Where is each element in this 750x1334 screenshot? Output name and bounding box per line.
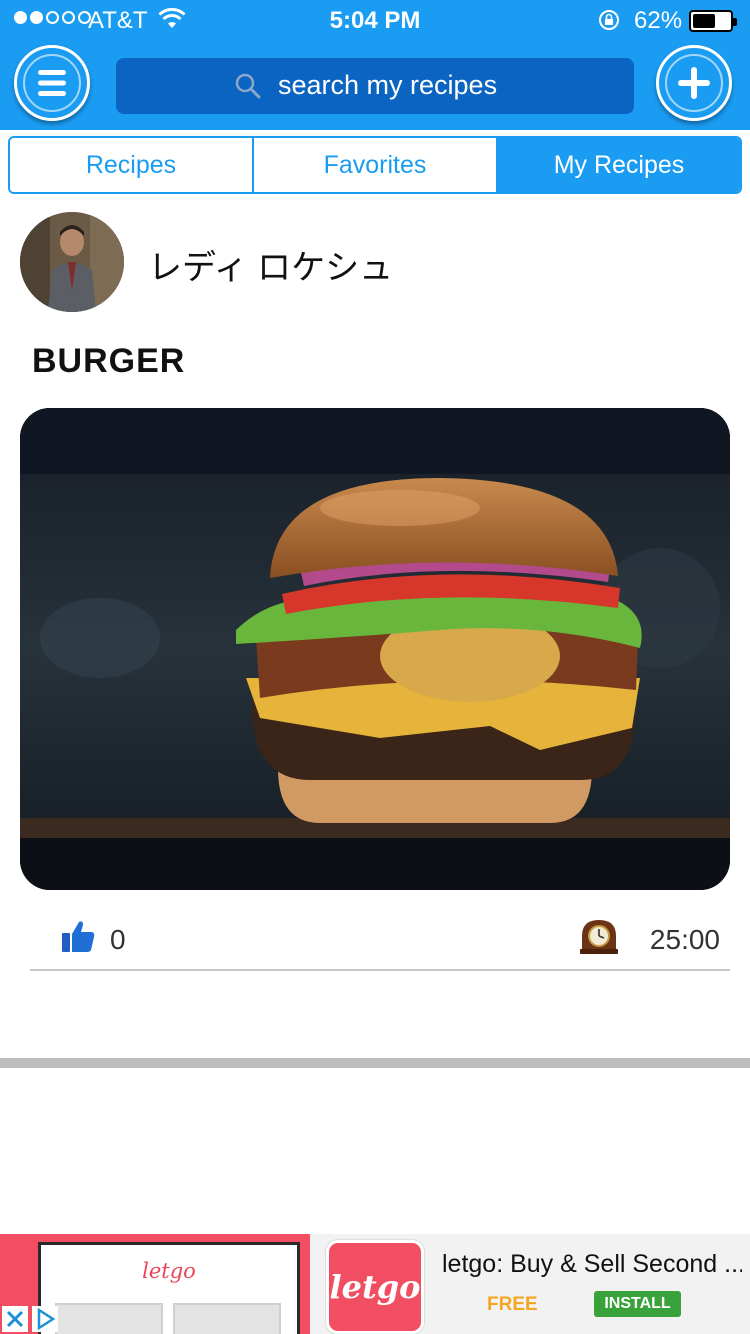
ad-price: FREE	[487, 1294, 538, 1315]
hamburger-menu-icon	[38, 70, 66, 96]
ad-close-icon[interactable]	[2, 1306, 28, 1332]
app-header: AT&T 5:04 PM 62% search my recipes	[0, 0, 750, 130]
search-input[interactable]: search my recipes	[116, 58, 634, 114]
author-name[interactable]: レディ ロケシュ	[148, 240, 393, 289]
ad-preview-brand: letgo	[142, 1259, 196, 1283]
tab-recipes[interactable]: Recipes	[10, 138, 252, 192]
ad-install-button[interactable]: INSTALL	[594, 1291, 681, 1317]
orientation-lock-icon	[599, 10, 619, 30]
battery-icon	[689, 10, 737, 32]
cook-time: 25:00	[649, 924, 720, 955]
add-recipe-button[interactable]	[656, 45, 732, 121]
likes-count: 0	[110, 924, 126, 955]
tab-favorites[interactable]: Favorites	[252, 138, 496, 192]
ad-app-logo[interactable]: letgo	[326, 1240, 424, 1334]
search-placeholder: search my recipes	[278, 70, 498, 100]
magnifier-icon	[235, 73, 261, 99]
battery-percentage: 62%	[634, 7, 683, 34]
thumbs-up-icon[interactable]	[60, 918, 96, 954]
recipe-photo[interactable]	[20, 408, 730, 890]
post-divider	[30, 969, 730, 971]
tab-my-recipes[interactable]: My Recipes	[496, 138, 740, 192]
ad-banner[interactable]: letgo letgo letgo: Buy & Sell Second ...…	[0, 1234, 750, 1334]
author-avatar[interactable]	[20, 212, 124, 312]
menu-button[interactable]	[14, 45, 90, 121]
ad-choices-icon[interactable]	[32, 1306, 58, 1332]
status-bar: AT&T 5:04 PM 62%	[0, 0, 750, 40]
plus-icon	[678, 67, 710, 99]
section-divider	[0, 1058, 750, 1068]
recipe-title[interactable]: BURGER	[32, 342, 185, 381]
ad-logo-text: letgo	[329, 1268, 421, 1306]
ad-headline[interactable]: letgo: Buy & Sell Second ...	[442, 1250, 742, 1279]
recipe-tabs: Recipes Favorites My Recipes	[8, 136, 742, 194]
